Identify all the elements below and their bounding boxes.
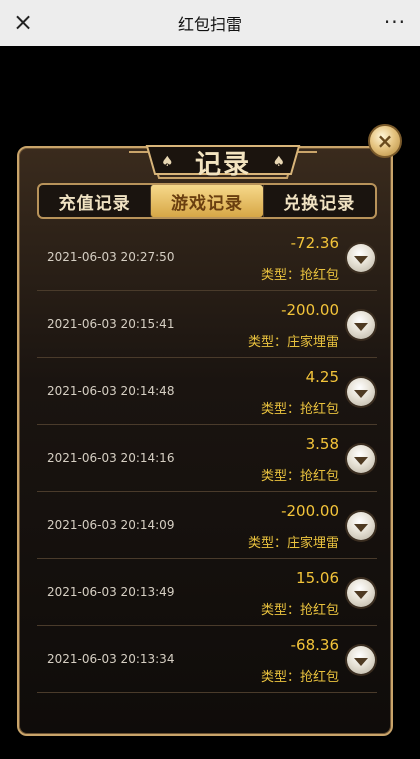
record-type: 类型：抢红包 — [260, 603, 339, 618]
record-amount: -200.00 — [281, 301, 339, 319]
record-time: 2021-06-03 20:13:34 — [47, 652, 175, 666]
record-type: 类型：庄家埋雷 — [247, 335, 339, 350]
record-amount: 15.06 — [296, 569, 339, 587]
chevron-down-icon[interactable] — [347, 445, 375, 473]
chevron-down-icon[interactable] — [347, 311, 375, 339]
record-time: 2021-06-03 20:14:48 — [47, 384, 175, 398]
close-icon[interactable]: × — [368, 124, 402, 158]
page-title: 红包扫雷 — [177, 15, 242, 34]
record-time: 2021-06-03 20:14:16 — [47, 451, 175, 465]
record-type: 类型：抢红包 — [260, 469, 339, 484]
record-row: 2021-06-03 20:27:50 -72.36 类型：抢红包 — [37, 224, 377, 291]
record-list: 2021-06-03 20:27:50 -72.36 类型：抢红包 2021-0… — [37, 224, 377, 693]
spade-icon: ♠ — [272, 154, 285, 170]
tab-recharge-records[interactable]: 充值记录 — [39, 185, 150, 217]
record-tabs: 充值记录 游戏记录 兑换记录 — [37, 183, 377, 219]
tab-game-records[interactable]: 游戏记录 — [150, 185, 263, 217]
panel-title: 记录 — [194, 150, 251, 180]
chevron-down-icon[interactable] — [347, 244, 375, 272]
record-type: 类型：抢红包 — [260, 268, 339, 283]
record-row: 2021-06-03 20:14:48 4.25 类型：抢红包 — [37, 358, 377, 425]
record-type: 类型：抢红包 — [260, 402, 339, 417]
record-time: 2021-06-03 20:27:50 — [47, 250, 175, 264]
record-amount: -200.00 — [281, 502, 339, 520]
chevron-down-icon[interactable] — [347, 378, 375, 406]
record-type: 类型：抢红包 — [260, 670, 339, 685]
record-time: 2021-06-03 20:14:09 — [47, 518, 175, 532]
record-amount: 3.58 — [305, 435, 339, 453]
panel-header: ♠ 记录 ♠ — [127, 140, 319, 182]
record-row: 2021-06-03 20:14:16 3.58 类型：抢红包 — [37, 425, 377, 492]
record-row: 2021-06-03 20:13:49 15.06 类型：抢红包 — [37, 559, 377, 626]
record-type: 类型：庄家埋雷 — [247, 536, 339, 551]
chevron-down-icon[interactable] — [347, 512, 375, 540]
more-options-icon[interactable]: ··· — [384, 12, 406, 32]
record-amount: -68.36 — [290, 636, 339, 654]
top-bar: × 红包扫雷 ··· — [0, 0, 420, 46]
record-row: 2021-06-03 20:13:34 -68.36 类型：抢红包 — [37, 626, 377, 693]
chevron-down-icon[interactable] — [347, 579, 375, 607]
close-icon[interactable]: × — [12, 10, 34, 34]
record-amount: 4.25 — [305, 368, 339, 386]
chevron-down-icon[interactable] — [347, 646, 375, 674]
record-amount: -72.36 — [290, 234, 339, 252]
tab-exchange-records[interactable]: 兑换记录 — [262, 185, 375, 217]
record-row: 2021-06-03 20:15:41 -200.00 类型：庄家埋雷 — [37, 291, 377, 358]
record-time: 2021-06-03 20:15:41 — [47, 317, 175, 331]
record-row: 2021-06-03 20:14:09 -200.00 类型：庄家埋雷 — [37, 492, 377, 559]
record-time: 2021-06-03 20:13:49 — [47, 585, 175, 599]
